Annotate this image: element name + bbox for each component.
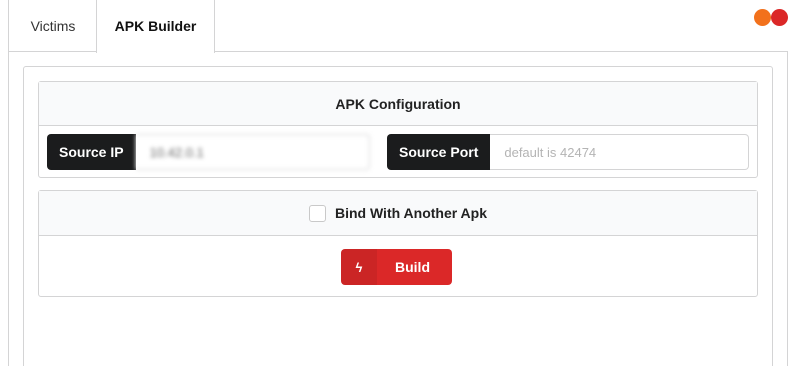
build-segment: Bind With Another Apk ϟ Build	[38, 190, 758, 297]
bind-apk-label: Bind With Another Apk	[334, 205, 488, 221]
bind-row: Bind With Another Apk	[39, 191, 757, 236]
tab-bar: Victims APK Builder	[8, 0, 788, 53]
orange-dot-icon[interactable]	[754, 9, 771, 26]
tab-apk-builder[interactable]: APK Builder	[96, 0, 215, 53]
bind-apk-checkbox[interactable]	[308, 205, 326, 222]
source-port-field: Source Port	[387, 134, 749, 170]
build-button[interactable]: ϟ Build	[341, 249, 452, 285]
apk-configuration-segment: APK Configuration Source IP Source Port	[38, 81, 758, 178]
source-port-input[interactable]	[490, 134, 749, 170]
build-button-label: Build	[395, 259, 430, 275]
source-port-label: Source Port	[387, 134, 491, 170]
source-ip-field: Source IP	[47, 134, 370, 170]
window-controls	[754, 9, 792, 27]
tab-victims[interactable]: Victims	[8, 0, 97, 52]
source-ip-label: Source IP	[47, 134, 136, 170]
bind-checkbox-row[interactable]: Bind With Another Apk	[39, 191, 757, 236]
apk-configuration-header: APK Configuration	[39, 82, 757, 126]
lightning-icon: ϟ	[341, 249, 377, 285]
apk-builder-window: Victims APK Builder APK Configuration So…	[0, 0, 796, 366]
red-dot-icon[interactable]	[771, 9, 788, 26]
source-ip-input[interactable]	[135, 134, 370, 170]
